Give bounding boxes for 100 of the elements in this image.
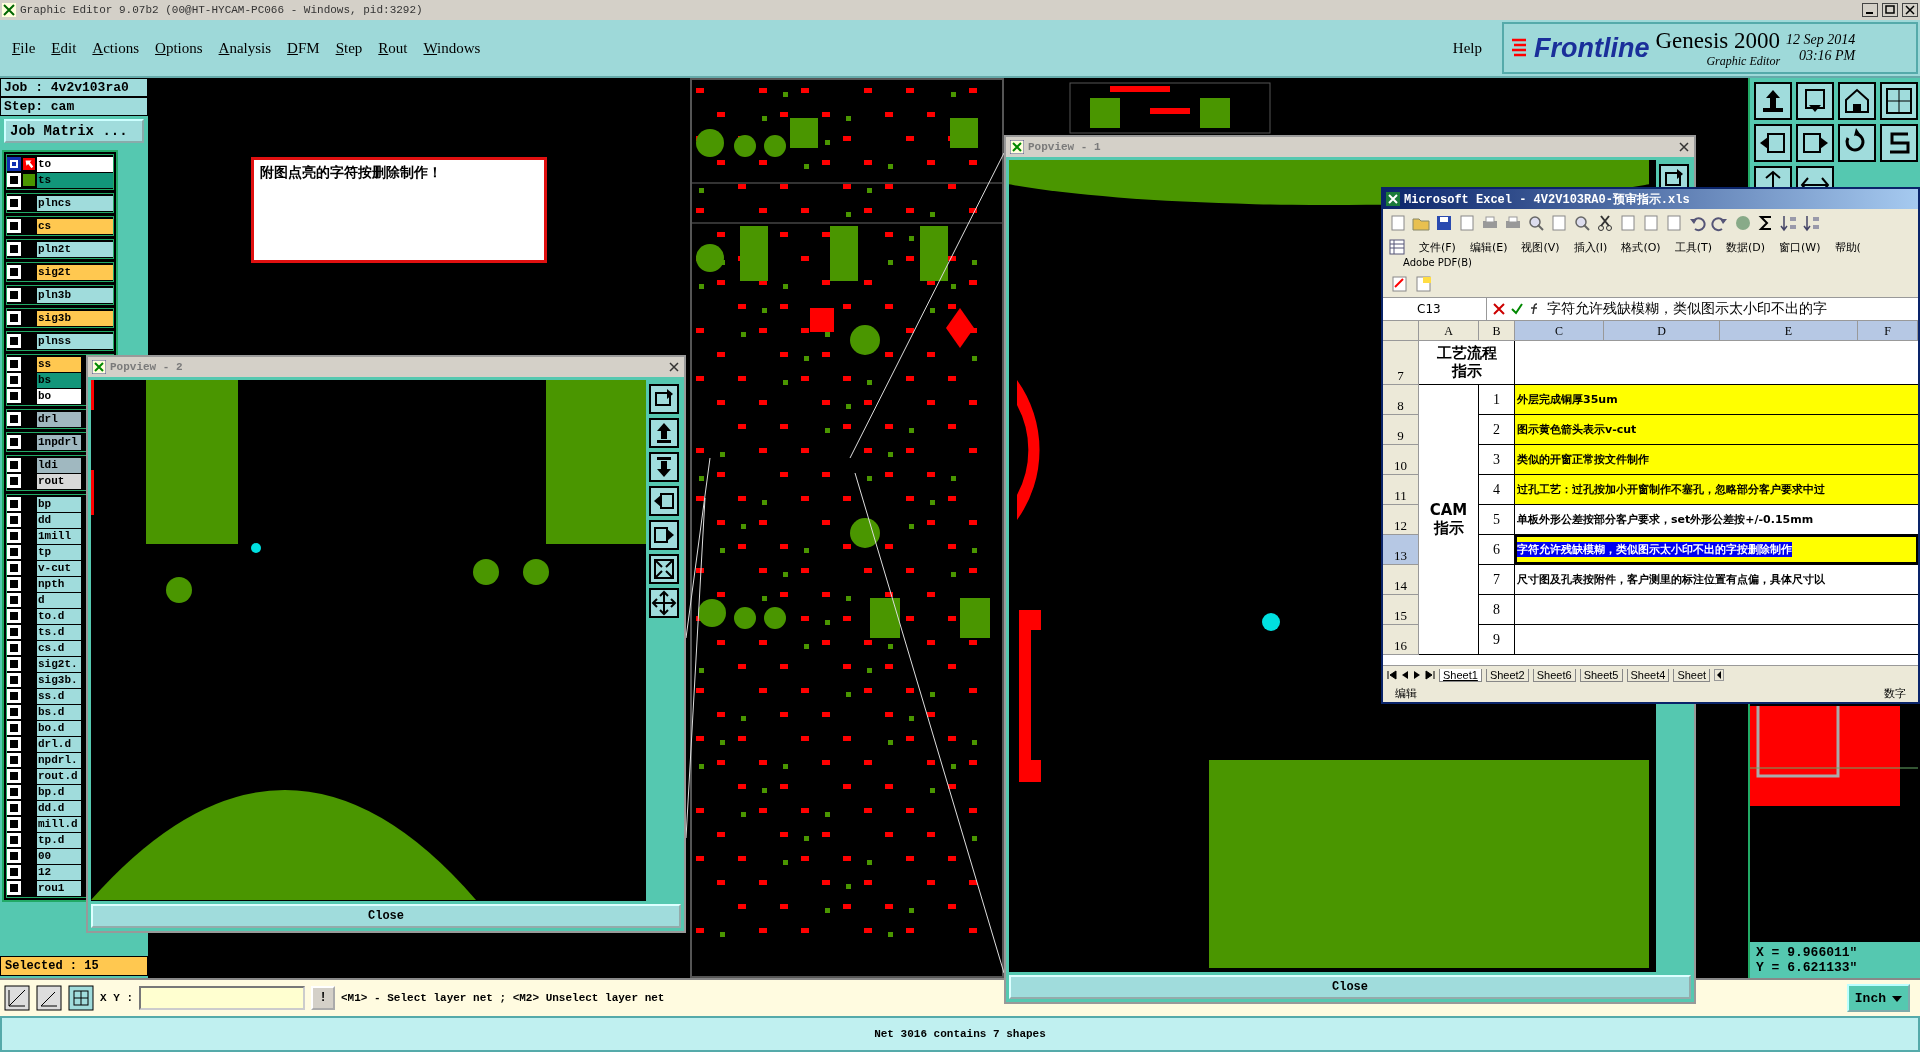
- layer-name[interactable]: dd: [37, 512, 81, 528]
- menu-item[interactable]: Actions: [92, 39, 140, 57]
- popview-title: Popview - 2: [110, 361, 183, 373]
- popview-title: Popview - 1: [1028, 141, 1101, 153]
- layer-name[interactable]: drl.d: [37, 736, 81, 752]
- menu-item[interactable]: File: [12, 39, 36, 57]
- product-name: Genesis 2000: [1655, 27, 1781, 54]
- units-dropdown[interactable]: Inch: [1846, 984, 1910, 1012]
- row-header[interactable]: 12: [1383, 505, 1419, 535]
- layer-name[interactable]: 12: [37, 864, 81, 880]
- layer-name[interactable]: ts.d: [37, 624, 81, 640]
- layer-name[interactable]: tp: [37, 544, 81, 560]
- layer-name[interactable]: sig2t: [37, 264, 113, 280]
- menu-item[interactable]: 工具(T): [1674, 239, 1712, 255]
- sheet-tab[interactable]: Sheet6: [1532, 668, 1576, 682]
- row-header[interactable]: 14: [1383, 565, 1419, 595]
- layer-name[interactable]: cs.d: [37, 640, 81, 656]
- menu-item[interactable]: 窗口(W): [1779, 239, 1821, 255]
- column-header[interactable]: D: [1604, 321, 1720, 341]
- close-button[interactable]: Close: [91, 904, 681, 928]
- menu-item[interactable]: 插入(I): [1573, 239, 1608, 255]
- layer-name[interactable]: d: [37, 592, 81, 608]
- row-header[interactable]: 11: [1383, 475, 1419, 505]
- menu-item[interactable]: Edit: [51, 39, 77, 57]
- layer-name[interactable]: 1npdrl: [37, 434, 81, 450]
- menu-item[interactable]: 视图(V): [1521, 239, 1560, 255]
- layer-name[interactable]: drl: [37, 411, 81, 427]
- row-header[interactable]: 8: [1383, 385, 1419, 415]
- job-label: Job : 4v2v103ra0: [0, 78, 148, 97]
- layer-name[interactable]: bo.d: [37, 720, 81, 736]
- layer-name[interactable]: tp.d: [37, 832, 81, 848]
- menu-item[interactable]: Analysis: [218, 39, 272, 57]
- layer-name[interactable]: 00: [37, 848, 81, 864]
- row-header[interactable]: 10: [1383, 445, 1419, 475]
- layer-name[interactable]: sig2t.: [37, 656, 81, 672]
- menu-item[interactable]: 格式(O): [1621, 239, 1661, 255]
- layer-name[interactable]: to: [37, 156, 113, 172]
- column-header[interactable]: F: [1858, 321, 1918, 341]
- row-header[interactable]: 7: [1383, 341, 1419, 385]
- layer-name[interactable]: to.d: [37, 608, 81, 624]
- column-header[interactable]: C: [1515, 321, 1604, 341]
- menu-item[interactable]: Step: [335, 39, 363, 57]
- table-cell: CAM 指示: [1419, 385, 1479, 655]
- layer-name[interactable]: rou1: [37, 880, 81, 896]
- close-button[interactable]: Close: [1009, 975, 1691, 999]
- layer-name[interactable]: bs.d: [37, 704, 81, 720]
- sheet-tab[interactable]: Sheet5: [1579, 668, 1623, 682]
- column-header[interactable]: A: [1419, 321, 1479, 341]
- menu-item[interactable]: Adobe PDF(B): [1403, 257, 1472, 268]
- layer-name[interactable]: v-cut: [37, 560, 81, 576]
- layer-name[interactable]: pln2t: [37, 241, 113, 257]
- sheet-tab[interactable]: Sheet2: [1485, 668, 1529, 682]
- layer-name[interactable]: dd.d: [37, 800, 81, 816]
- alert-button[interactable]: !: [311, 986, 335, 1010]
- layer-name[interactable]: ss: [37, 356, 81, 372]
- layer-name[interactable]: rout: [37, 473, 81, 489]
- layer-name[interactable]: plnss: [37, 333, 113, 349]
- layer-name[interactable]: 1mill: [37, 528, 81, 544]
- menu-item[interactable]: 帮助(: [1834, 239, 1861, 255]
- sheet-tab[interactable]: Sheet1: [1439, 668, 1482, 682]
- menu-item[interactable]: 文件(F): [1419, 239, 1456, 255]
- layer-name[interactable]: npth: [37, 576, 81, 592]
- layer-name[interactable]: npdrl.: [37, 752, 81, 768]
- name-box[interactable]: C13: [1383, 298, 1487, 320]
- layer-name[interactable]: bp: [37, 496, 81, 512]
- layer-name[interactable]: bs: [37, 372, 81, 388]
- menu-item[interactable]: Rout: [378, 39, 408, 57]
- row-header[interactable]: 9: [1383, 415, 1419, 445]
- layer-name[interactable]: plncs: [37, 195, 113, 211]
- menu-item[interactable]: 编辑(E): [1469, 239, 1508, 255]
- job-matrix-button[interactable]: Job Matrix ...: [4, 119, 144, 143]
- table-cell: 工艺流程 指示: [1419, 341, 1515, 385]
- row-header[interactable]: 15: [1383, 595, 1419, 625]
- table-cell: 过孔工艺：过孔按加小开窗制作不塞孔，忽略部分客户要求中过: [1515, 475, 1918, 505]
- menu-item[interactable]: 数据(D): [1725, 239, 1766, 255]
- row-header[interactable]: 13: [1383, 535, 1419, 565]
- layer-name[interactable]: bp.d: [37, 784, 81, 800]
- formula-field[interactable]: 字符允许残缺模糊，类似图示太小印不出的字: [1547, 300, 1827, 318]
- selected-count: Selected : 15: [0, 956, 148, 976]
- xy-label: X Y :: [100, 992, 133, 1004]
- status-text: 编辑: [1395, 685, 1417, 701]
- layer-name[interactable]: ts: [37, 172, 113, 188]
- menu-item[interactable]: DFM: [287, 39, 320, 57]
- layer-name[interactable]: sig3b: [37, 310, 113, 326]
- layer-name[interactable]: rout.d: [37, 768, 81, 784]
- menu-item[interactable]: Options: [155, 39, 203, 57]
- layer-name[interactable]: ss.d: [37, 688, 81, 704]
- layer-name[interactable]: sig3b.: [37, 672, 81, 688]
- layer-name[interactable]: mill.d: [37, 816, 81, 832]
- row-header[interactable]: 16: [1383, 625, 1419, 655]
- sheet-tab[interactable]: Sheet: [1673, 668, 1711, 682]
- layer-name[interactable]: pln3b: [37, 287, 113, 303]
- help-menu[interactable]: Help: [1452, 39, 1482, 57]
- layer-name[interactable]: ldi: [37, 457, 81, 473]
- layer-name[interactable]: cs: [37, 218, 113, 234]
- column-header[interactable]: B: [1479, 321, 1515, 341]
- layer-name[interactable]: bo: [37, 388, 81, 404]
- sheet-tab[interactable]: Sheet4: [1626, 668, 1670, 682]
- menu-item[interactable]: Windows: [423, 39, 481, 57]
- column-header[interactable]: E: [1720, 321, 1858, 341]
